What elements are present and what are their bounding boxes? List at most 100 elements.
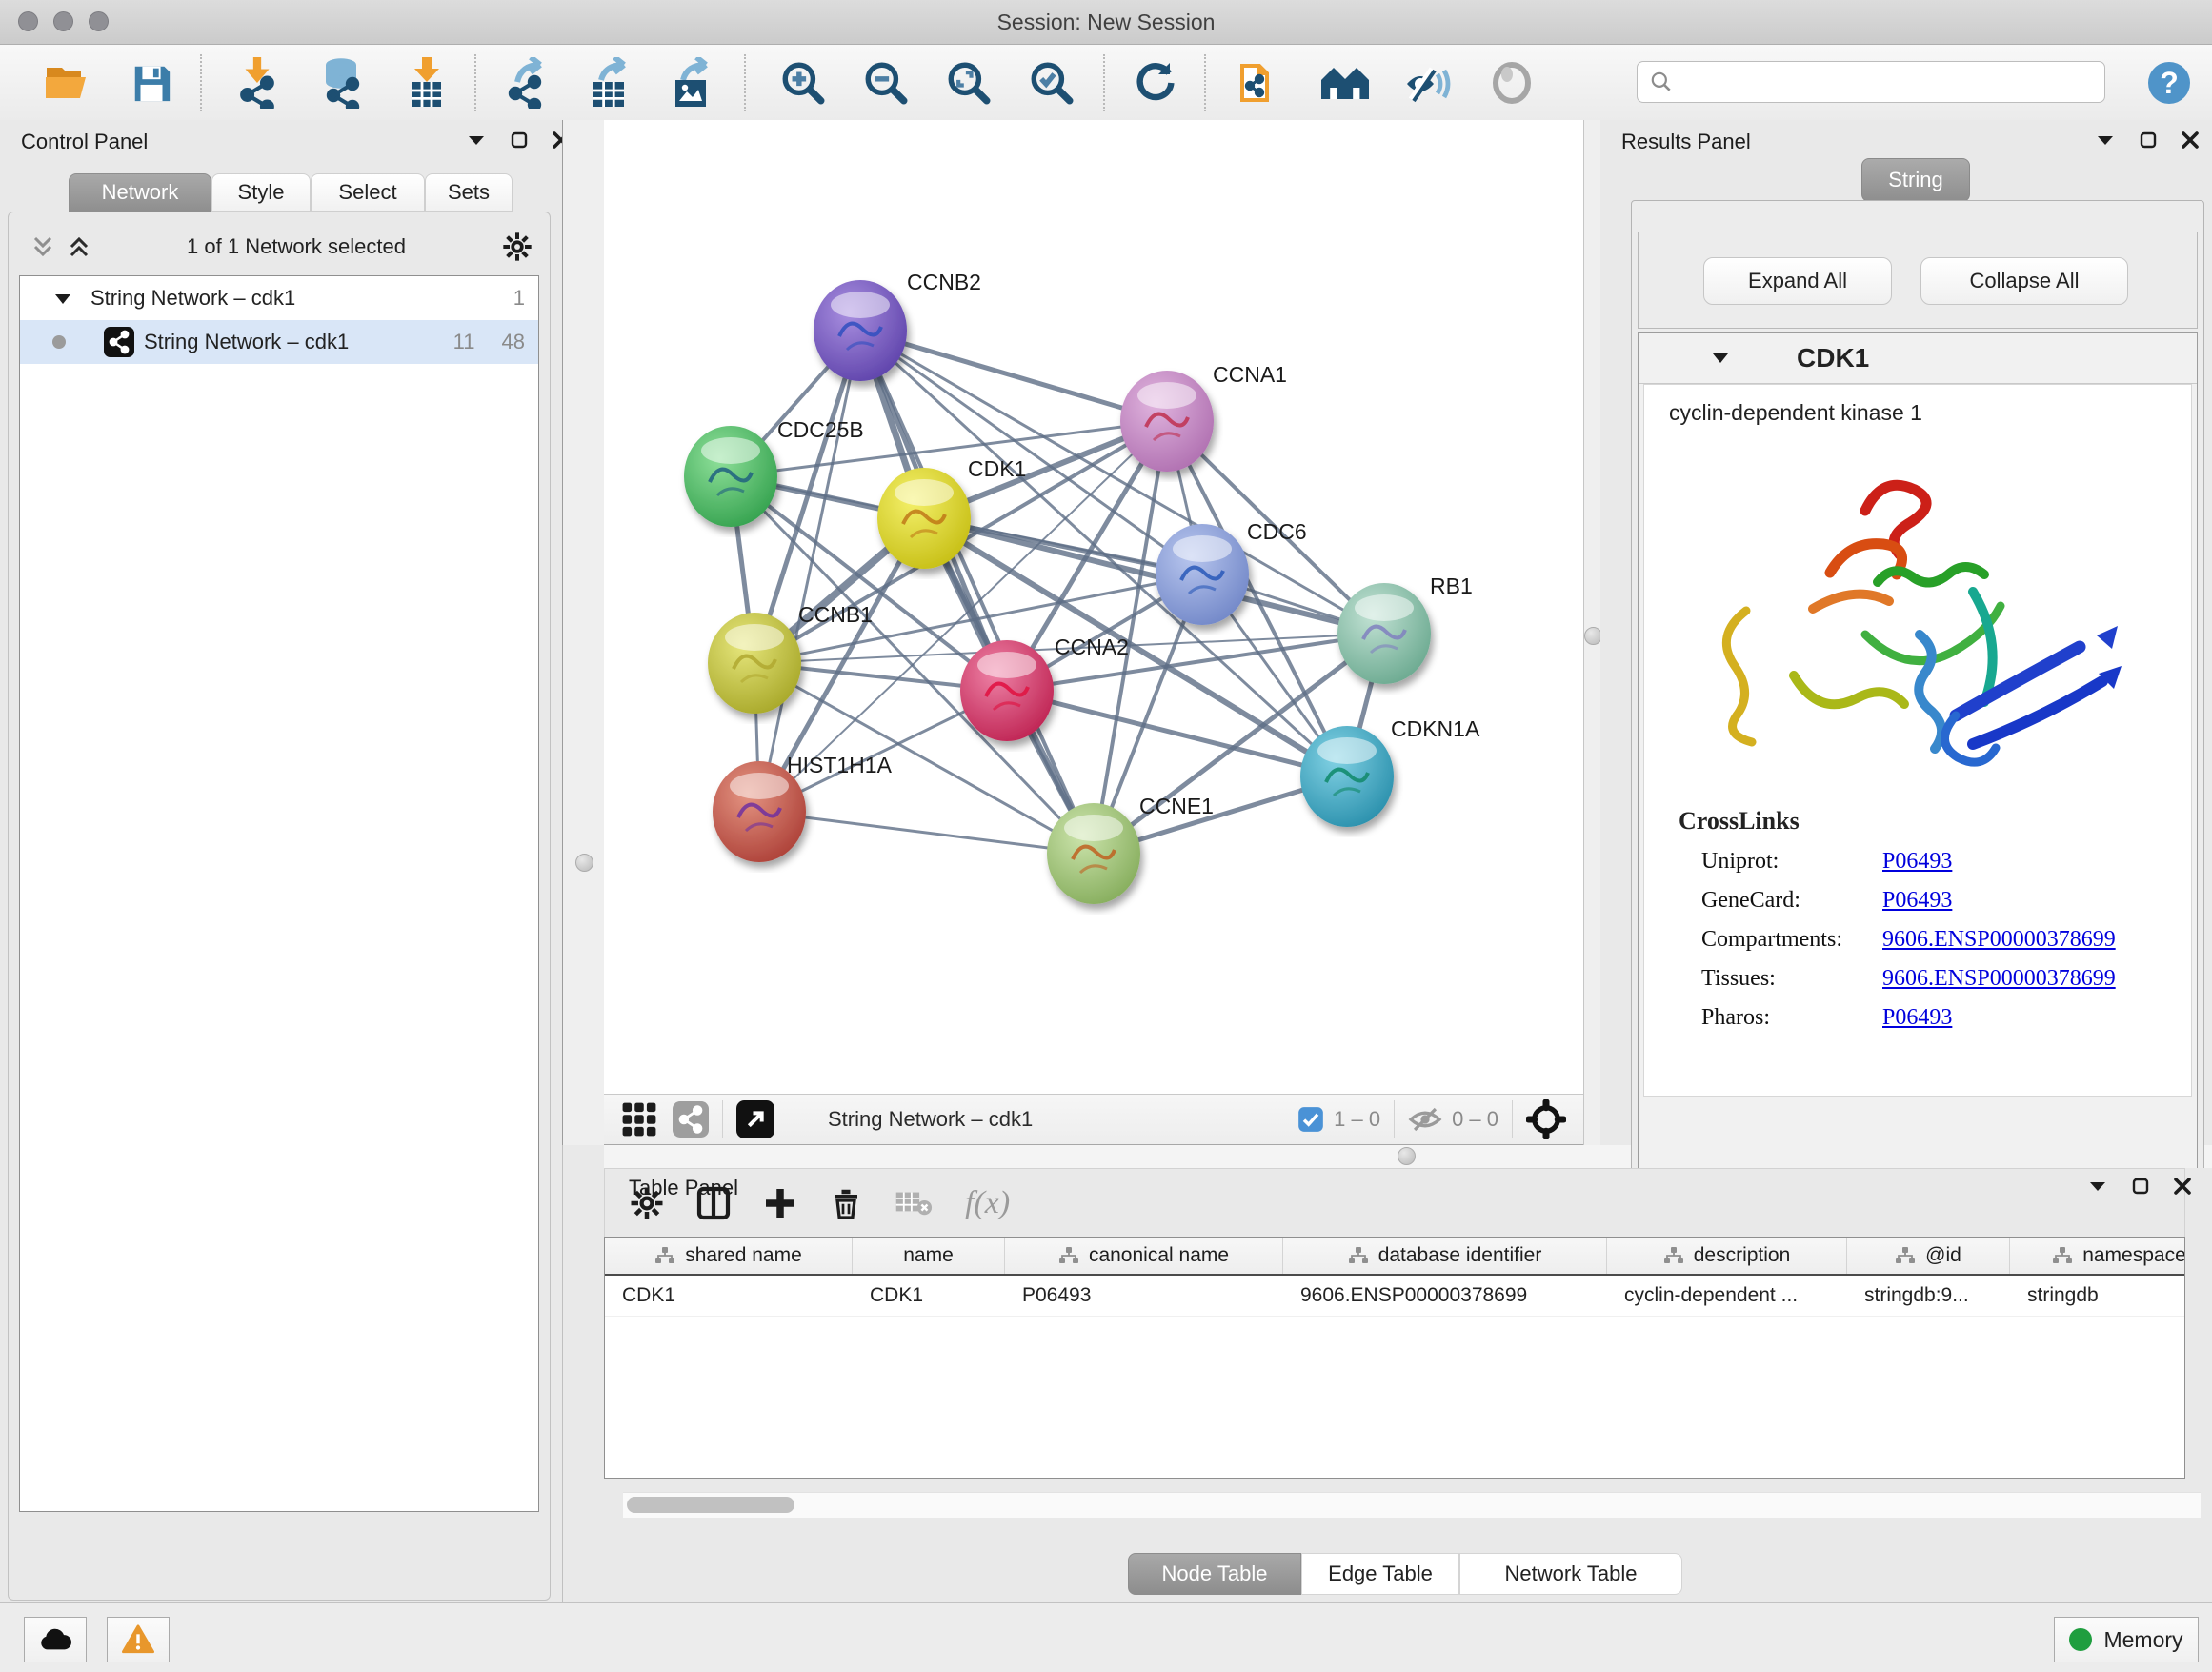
column-header-databaseidentifier[interactable]: database identifier (1283, 1238, 1607, 1274)
results-panel-title: Results Panel (1621, 130, 1751, 154)
network-node-ccna2[interactable] (960, 640, 1054, 741)
zoom-selected-icon[interactable] (1026, 57, 1077, 109)
column-header-description[interactable]: description (1607, 1238, 1847, 1274)
column-header-sharedname[interactable]: shared name (605, 1238, 853, 1274)
table-cell[interactable]: 9606.ENSP00000378699 (1283, 1276, 1607, 1316)
column-header-canonicalname[interactable]: canonical name (1005, 1238, 1283, 1274)
expand-all-button[interactable]: Expand All (1703, 257, 1892, 305)
table-cell[interactable]: cyclin-dependent ... (1607, 1276, 1847, 1316)
network-node-cdc6[interactable] (1156, 524, 1249, 625)
show-all-eye-icon[interactable] (1486, 57, 1538, 109)
tab-select[interactable]: Select (311, 173, 425, 212)
table-panel-maximize-icon[interactable] (2132, 1178, 2149, 1195)
crosslink-link[interactable]: P06493 (1882, 849, 1952, 875)
left-splitter-handle[interactable] (575, 854, 593, 872)
hidden-eye-icon[interactable] (1408, 1105, 1442, 1134)
help-icon[interactable]: ? (2143, 57, 2195, 109)
import-table-file-icon[interactable] (401, 57, 452, 109)
table-cell[interactable]: stringdb (2010, 1276, 2185, 1316)
network-edge[interactable] (759, 331, 860, 812)
neighbors-houses-icon[interactable] (1319, 57, 1371, 109)
table-cell[interactable]: CDK1 (605, 1276, 853, 1316)
network-node-ccne1[interactable] (1047, 803, 1140, 904)
table-cell[interactable]: stringdb:9... (1847, 1276, 2010, 1316)
network-options-gear-icon[interactable] (502, 232, 533, 262)
section-collapse-icon[interactable] (1711, 352, 1730, 365)
duplicate-network-icon[interactable] (1234, 57, 1285, 109)
network-edge[interactable] (860, 331, 1167, 421)
delete-table-icon-disabled (895, 1188, 933, 1219)
network-node-rb1[interactable] (1337, 583, 1431, 684)
selected-checkbox-icon[interactable] (1297, 1106, 1324, 1133)
table-cell[interactable]: CDK1 (853, 1276, 1005, 1316)
tab-network-table[interactable]: Network Table (1459, 1553, 1682, 1595)
import-network-database-icon[interactable] (315, 57, 367, 109)
export-network-icon[interactable] (501, 57, 553, 109)
network-canvas[interactable]: CCNB2CCNA1CDC25BCDK1CDC6RB1CCNB1CCNA2CDK… (604, 120, 1583, 1094)
table-cell[interactable]: P06493 (1005, 1276, 1283, 1316)
control-panel-float-icon[interactable] (467, 133, 486, 147)
network-edge[interactable] (759, 812, 1094, 854)
column-header-namespace[interactable]: namespace (2010, 1238, 2185, 1274)
network-node-ccnb1[interactable] (708, 613, 801, 714)
tab-edge-table[interactable]: Edge Table (1301, 1553, 1459, 1595)
network-node-ccna1[interactable] (1120, 371, 1214, 472)
bottom-splitter-handle[interactable] (1398, 1147, 1416, 1165)
network-collection-row[interactable]: String Network – cdk1 1 (20, 276, 538, 320)
update-network-icon[interactable] (1130, 57, 1181, 109)
network-node-ccnb2[interactable] (814, 280, 907, 381)
search-input[interactable] (1674, 70, 2087, 94)
crosslink-link[interactable]: 9606.ENSP00000378699 (1882, 927, 2116, 953)
network-edge[interactable] (860, 331, 1094, 854)
column-header-id[interactable]: @id (1847, 1238, 2010, 1274)
detach-view-icon[interactable] (736, 1100, 774, 1138)
expand-all-networks-icon[interactable] (68, 234, 90, 259)
tab-string[interactable]: String (1861, 158, 1970, 202)
zoom-in-icon[interactable] (777, 57, 829, 109)
import-network-file-icon[interactable] (231, 57, 283, 109)
warning-status-button[interactable] (107, 1617, 170, 1662)
results-panel-float-icon[interactable] (2096, 133, 2115, 147)
crosslink-link[interactable]: 9606.ENSP00000378699 (1882, 966, 2116, 992)
node-table[interactable]: shared namenamecanonical namedatabase id… (604, 1237, 2185, 1479)
collection-expand-icon[interactable] (54, 292, 71, 305)
control-panel-maximize-icon[interactable] (511, 131, 528, 149)
network-node-cdk1[interactable] (877, 468, 971, 569)
table-row[interactable]: CDK1CDK1P064939606.ENSP00000378699cyclin… (605, 1276, 2184, 1317)
export-image-icon[interactable] (667, 57, 718, 109)
scrollbar-thumb[interactable] (627, 1497, 794, 1513)
collapse-all-button[interactable]: Collapse All (1920, 257, 2128, 305)
memory-button[interactable]: Memory (2054, 1617, 2199, 1662)
tab-style[interactable]: Style (211, 173, 311, 212)
birdseye-crosshair-icon[interactable] (1526, 1099, 1566, 1139)
zoom-out-icon[interactable] (860, 57, 912, 109)
zoom-fit-icon[interactable] (943, 57, 995, 109)
right-splitter[interactable] (1583, 120, 1602, 1145)
export-table-icon[interactable] (585, 57, 636, 109)
network-row[interactable]: String Network – cdk1 11 48 (20, 320, 538, 364)
open-file-icon[interactable] (40, 57, 91, 109)
crosslink-link[interactable]: P06493 (1882, 888, 1952, 914)
network-node-cdkn1a[interactable] (1300, 726, 1394, 827)
column-header-name[interactable]: name (853, 1238, 1005, 1274)
collapse-all-networks-icon[interactable] (31, 234, 54, 259)
results-panel-close-icon[interactable] (2182, 131, 2199, 149)
grid-view-icon[interactable] (621, 1101, 657, 1138)
left-splitter[interactable] (562, 120, 606, 1145)
results-panel-maximize-icon[interactable] (2140, 131, 2157, 149)
save-session-icon[interactable] (126, 57, 177, 109)
tab-node-table[interactable]: Node Table (1128, 1553, 1301, 1595)
cloud-status-button[interactable] (24, 1617, 87, 1662)
tab-network[interactable]: Network (69, 173, 211, 212)
hide-selected-eye-icon[interactable] (1402, 57, 1454, 109)
table-panel-float-icon[interactable] (2088, 1179, 2107, 1193)
table-horizontal-scrollbar[interactable] (623, 1492, 2201, 1518)
delete-column-icon[interactable] (830, 1186, 862, 1220)
crosslink-link[interactable]: P06493 (1882, 1005, 1952, 1031)
network-node-cdc25b[interactable] (684, 426, 777, 527)
string-view-icon[interactable] (673, 1101, 709, 1138)
add-column-icon[interactable] (763, 1186, 797, 1220)
table-panel-close-icon[interactable] (2174, 1178, 2191, 1195)
search-box[interactable] (1637, 61, 2105, 103)
tab-sets[interactable]: Sets (425, 173, 513, 212)
